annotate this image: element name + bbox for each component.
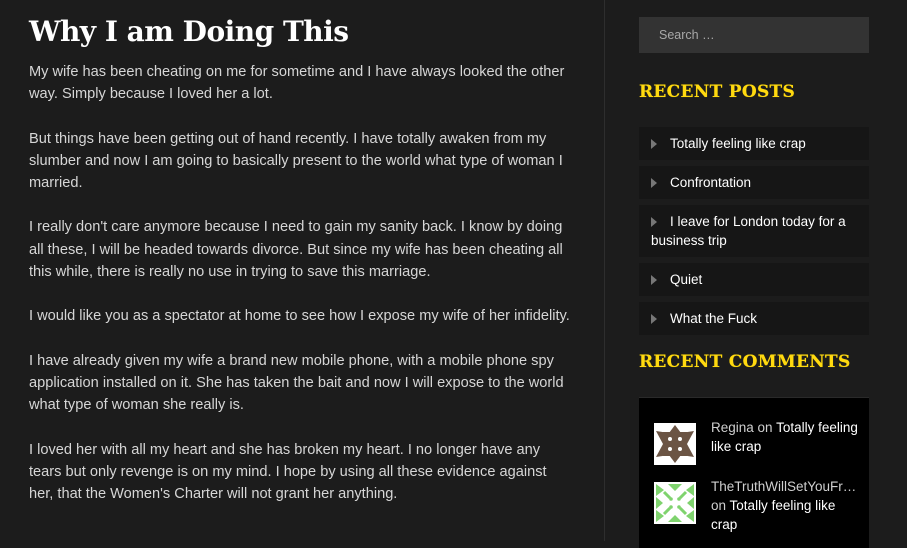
post-paragraph: I loved her with all my heart and she ha… (29, 441, 547, 503)
comment-post-link[interactable]: Totally feeling like crap (711, 498, 835, 532)
post-paragraph: I really don't care anymore because I ne… (29, 219, 563, 281)
comment-connector: on (757, 420, 773, 435)
column-divider (604, 0, 605, 541)
recent-post-link[interactable]: Totally feeling like crap (670, 136, 806, 151)
caret-right-icon (651, 217, 657, 227)
comment-connector: on (711, 498, 727, 513)
caret-right-icon (651, 178, 657, 188)
recent-comments-list: Regina on Totally feeling like crap TheT… (639, 397, 869, 548)
recent-post-link[interactable]: I leave for London today for a business … (651, 214, 846, 248)
identicon-avatar-icon[interactable] (654, 482, 696, 524)
caret-right-icon (651, 275, 657, 285)
recent-post-item[interactable]: Totally feeling like crap (639, 127, 869, 160)
post-paragraph: My wife has been cheating on me for some… (29, 64, 565, 103)
post-paragraph: But things have been getting out of hand… (29, 130, 563, 192)
caret-right-icon (651, 139, 657, 149)
comment-author: Regina (711, 420, 754, 435)
post-paragraph: I would like you as a spectator at home … (29, 308, 570, 325)
recent-post-link[interactable]: Confrontation (670, 175, 751, 190)
post-paragraph: I have already given my wife a brand new… (29, 352, 564, 414)
recent-post-link[interactable]: What the Fuck (670, 311, 757, 326)
caret-right-icon (651, 314, 657, 324)
recent-post-item[interactable]: Confrontation (639, 166, 869, 199)
recent-post-link[interactable]: Quiet (670, 272, 702, 287)
recent-post-item[interactable]: What the Fuck (639, 302, 869, 335)
post-body: My wife has been cheating on me for some… (29, 61, 574, 527)
identicon-avatar-icon[interactable] (654, 423, 696, 465)
post-title: Why I am Doing This (29, 15, 349, 48)
recent-comments-heading: RECENT COMMENTS (639, 352, 851, 372)
recent-posts-list: Totally feeling like crap Confrontation … (639, 127, 869, 341)
recent-post-item[interactable]: Quiet (639, 263, 869, 296)
post-content: Why I am Doing This My wife has been che… (0, 0, 604, 541)
recent-post-item[interactable]: I leave for London today for a business … (639, 205, 869, 257)
recent-posts-heading: RECENT POSTS (639, 82, 796, 102)
comment-author: TheTruthWillSetYouFr… (711, 479, 857, 494)
search-input[interactable] (639, 17, 869, 53)
